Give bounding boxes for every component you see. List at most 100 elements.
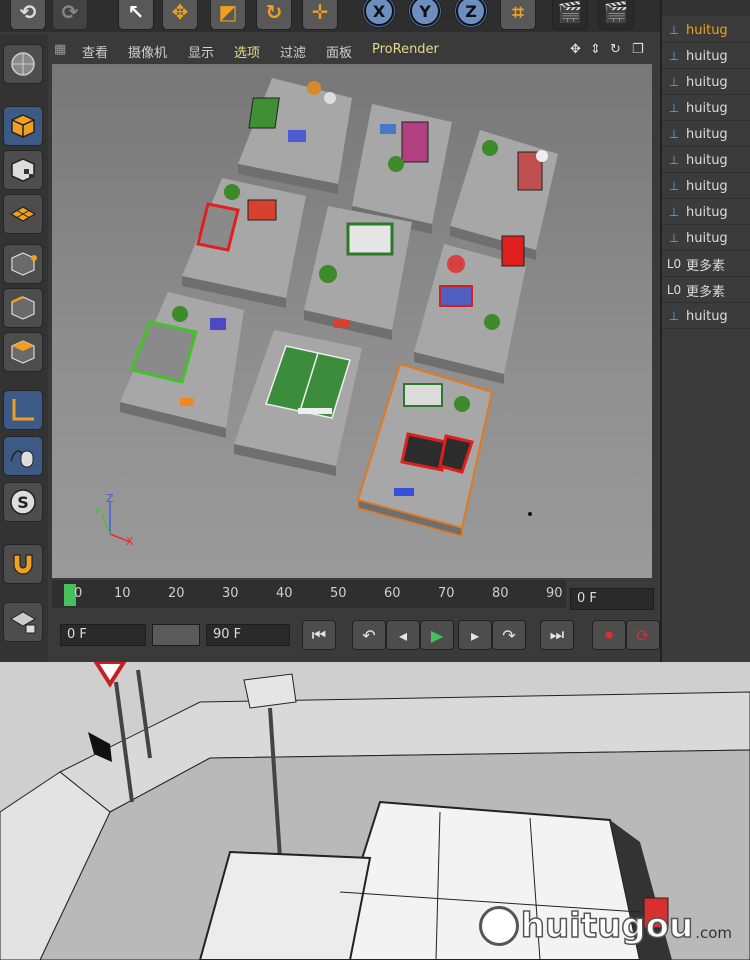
polygons-mode-button[interactable] <box>3 332 43 372</box>
toggle-view-icon[interactable]: ❐ <box>632 42 644 57</box>
texture-mode-button[interactable] <box>3 150 43 190</box>
object-row[interactable]: ⊥ huitug <box>662 200 750 225</box>
render-picture-viewer-button[interactable]: 🎬 <box>598 0 634 30</box>
object-row[interactable]: L0 更多素 <box>662 252 750 277</box>
end-frame-field[interactable]: 90 F <box>206 624 290 646</box>
move-tool-button[interactable]: ✥ <box>162 0 198 30</box>
object-label: huitug <box>686 178 728 194</box>
null-object-icon: ⊥ <box>668 309 680 323</box>
skip-start-icon: ⏮ <box>311 625 327 644</box>
y-axis-button[interactable]: Y <box>408 0 442 28</box>
snap-magnet-button[interactable] <box>3 544 43 584</box>
object-label: huitug <box>686 48 728 64</box>
object-manager-panel: ⊥ huitug ⊥ huitug ⊥ huitug ⊥ huitug ⊥ huitug … <box>660 0 750 662</box>
goto-end-button[interactable]: ⏭ <box>540 620 574 650</box>
tick-label: 20 <box>168 586 185 601</box>
scale-tool-button[interactable]: ◩ <box>210 0 246 30</box>
menu-filter[interactable]: 过滤 <box>280 42 306 61</box>
pan-view-icon[interactable]: ✥ <box>570 42 581 57</box>
coordinate-system-button[interactable]: ⌗ <box>500 0 536 30</box>
previous-frame-button[interactable]: ◂ <box>386 620 420 650</box>
autokey-icon: ⟳ <box>636 625 650 645</box>
city-block-7 <box>120 292 244 438</box>
object-row[interactable]: L0 更多素 <box>662 278 750 303</box>
object-row[interactable]: ⊥ huitug <box>662 96 750 121</box>
play-button[interactable]: ▶ <box>420 620 454 650</box>
previous-key-button[interactable]: ↶ <box>352 620 386 650</box>
null-object-icon: ⊥ <box>668 49 680 63</box>
next-frame-button[interactable]: ▸ <box>458 620 492 650</box>
start-frame-field[interactable]: 0 F <box>60 624 146 646</box>
object-row[interactable]: ⊥ huitug <box>662 44 750 69</box>
prev-frame-icon: ◂ <box>398 625 408 645</box>
s-circle-icon: S <box>10 489 36 515</box>
object-label: 更多素 <box>686 258 726 274</box>
next-key-icon: ↷ <box>502 625 516 645</box>
select-tool-button[interactable]: ↖ <box>118 0 154 30</box>
rotate-tool-button[interactable]: ↻ <box>256 0 292 30</box>
object-row[interactable]: ⊥ huitug <box>662 122 750 147</box>
closeup-render-image: huitugou .com <box>0 662 750 960</box>
goto-start-button[interactable]: ⏮ <box>302 620 336 650</box>
menu-display[interactable]: 显示 <box>188 42 214 61</box>
axis-mode-button[interactable] <box>3 390 43 430</box>
undo-button[interactable]: ⟲ <box>10 0 46 30</box>
range-slider[interactable] <box>152 624 200 646</box>
object-row[interactable]: ⊥ huitug <box>662 304 750 329</box>
locked-workplane-button[interactable] <box>3 602 43 642</box>
city-blocks-scene: Z Y X <box>93 78 558 548</box>
z-axis-label: Z <box>456 0 486 26</box>
tick-label: 60 <box>384 586 401 601</box>
redo-button[interactable]: ⟳ <box>52 0 88 30</box>
mouse-icon <box>10 450 34 468</box>
object-row[interactable]: ⊥ huitug <box>662 148 750 173</box>
object-label: huitug <box>686 126 728 142</box>
render-view-button[interactable]: 🎬 <box>552 0 588 30</box>
axis-corner-icon <box>12 399 34 421</box>
watermark: huitugou .com <box>478 905 732 947</box>
object-row[interactable]: ⊥ huitug <box>662 226 750 251</box>
checker-cube-icon <box>11 158 35 182</box>
city-block-5 <box>304 206 412 340</box>
object-row[interactable]: ⊥ huitug <box>662 18 750 43</box>
layer-zero-icon: L0 <box>666 283 682 297</box>
edges-mode-button[interactable] <box>3 288 43 328</box>
points-mode-button[interactable] <box>3 244 43 284</box>
x-axis-button[interactable]: X <box>362 0 396 28</box>
null-object-icon: ⊥ <box>668 205 680 219</box>
next-key-button[interactable]: ↷ <box>492 620 526 650</box>
dolly-view-icon[interactable]: ⇕ <box>590 42 601 57</box>
model-mode-button[interactable] <box>3 106 43 146</box>
skip-end-icon: ⏭ <box>549 625 565 644</box>
3d-viewport[interactable]: Z Y X <box>52 64 652 578</box>
menu-prorender[interactable]: ProRender <box>372 42 439 57</box>
null-object-icon: ⊥ <box>668 179 680 193</box>
null-object-icon: ⊥ <box>668 23 680 37</box>
object-label: huitug <box>686 308 728 324</box>
menu-cameras[interactable]: 摄像机 <box>128 42 167 61</box>
workplane-mode-button[interactable] <box>3 194 43 234</box>
tick-label: 50 <box>330 586 347 601</box>
timeline-ruler[interactable]: 0 10 20 30 40 50 60 70 80 90 <box>52 580 566 608</box>
x-axis-label: X <box>364 0 394 26</box>
left-toolbar: S <box>0 34 48 662</box>
z-axis-button[interactable]: Z <box>454 0 488 28</box>
last-tool-button[interactable]: ✛ <box>302 0 338 30</box>
autokey-button[interactable]: ⟳ <box>626 620 660 650</box>
object-label: huitug <box>686 152 728 168</box>
tweak-mode-button[interactable] <box>3 436 43 476</box>
object-row[interactable]: ⊥ huitug <box>662 70 750 95</box>
layer-zero-icon: L0 <box>666 257 682 271</box>
rotate-view-icon[interactable]: ↻ <box>610 42 621 57</box>
object-label: huitug <box>686 230 728 246</box>
menu-options[interactable]: 选项 <box>234 42 260 61</box>
menu-view[interactable]: 查看 <box>82 42 108 61</box>
gizmo-x-label: X <box>126 535 134 548</box>
c4d-app-window: ⟲ ⟳ ↖ ✥ ◩ ↻ ✛ X Y Z ⌗ 🎬 🎬 S ▦ 查看 摄像机 显示 … <box>0 0 750 662</box>
snap-settings-button[interactable]: S <box>3 482 43 522</box>
object-row[interactable]: ⊥ huitug <box>662 174 750 199</box>
make-editable-button[interactable] <box>3 44 43 84</box>
record-key-button[interactable]: ⏺ <box>592 620 626 650</box>
menu-panel[interactable]: 面板 <box>326 42 352 61</box>
current-frame-field[interactable]: 0 F <box>570 588 654 610</box>
